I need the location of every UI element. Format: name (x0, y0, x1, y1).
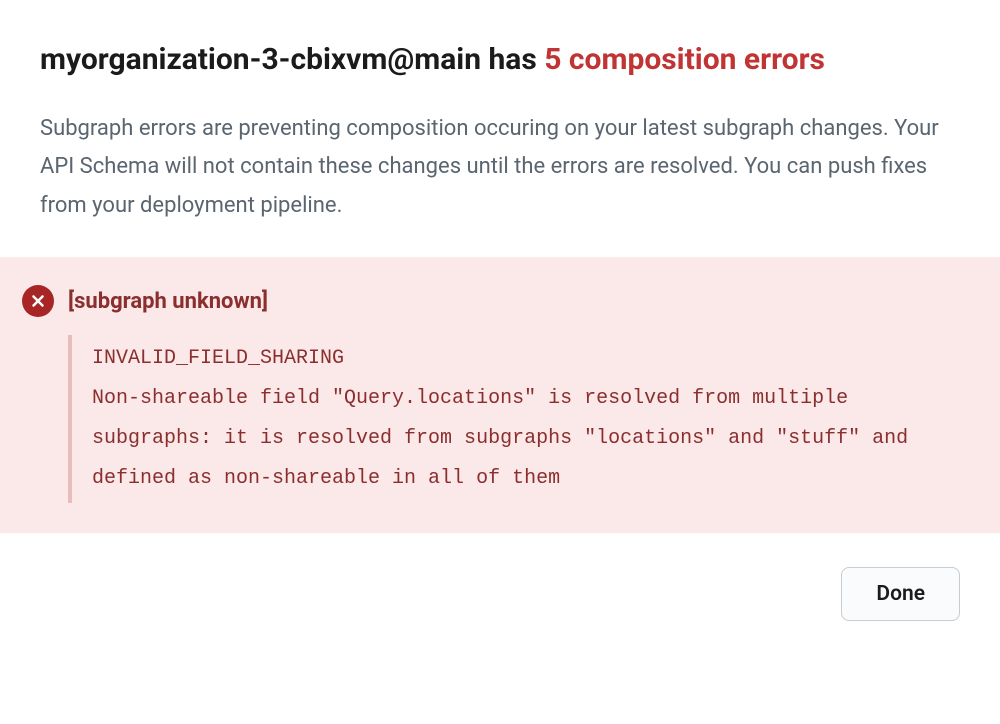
heading-prefix: myorganization-3-cbixvm@main has (40, 42, 544, 77)
error-title: [subgraph unknown] (68, 289, 268, 314)
done-button[interactable]: Done (841, 567, 960, 621)
error-code: INVALID_FIELD_SHARING Non-shareable fiel… (92, 339, 960, 499)
dialog-container: myorganization-3-cbixvm@main has 5 compo… (0, 0, 1000, 533)
description-text: Subgraph errors are preventing compositi… (40, 110, 960, 226)
page-title: myorganization-3-cbixvm@main has 5 compo… (40, 38, 960, 82)
error-block: [subgraph unknown] INVALID_FIELD_SHARING… (0, 257, 1000, 533)
error-header: [subgraph unknown] (22, 285, 960, 317)
error-icon (22, 285, 54, 317)
error-body: INVALID_FIELD_SHARING Non-shareable fiel… (68, 335, 960, 503)
heading-error-count: 5 composition errors (544, 42, 825, 77)
dialog-footer: Done (0, 533, 1000, 621)
